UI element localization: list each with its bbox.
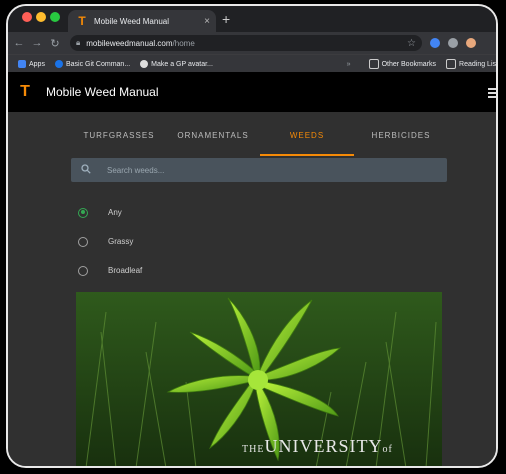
bookmark-favicon-icon <box>140 60 149 68</box>
back-icon[interactable]: ← <box>12 37 26 49</box>
bookmarks-bar: Apps Basic Git Comman... Make a GP avata… <box>8 54 496 73</box>
overflow-chevron-icon[interactable]: » <box>347 61 351 68</box>
radio-button[interactable] <box>78 265 88 276</box>
bookmark-star-icon[interactable]: ☆ <box>407 38 416 49</box>
extension-icon[interactable] <box>430 38 440 48</box>
site-header: T Mobile Weed Manual <box>8 72 496 112</box>
search-icon <box>81 163 91 177</box>
bookmark-avatar[interactable]: Make a GP avatar... <box>140 60 213 68</box>
filter-any[interactable]: Any <box>78 198 142 227</box>
ut-logo-icon[interactable]: T <box>16 83 34 101</box>
url-text: mobileweedmanual.com/home <box>86 38 195 48</box>
university-wordmark: THEUNIVERSITYof <box>242 436 393 456</box>
minimize-window-button[interactable] <box>36 12 46 22</box>
apps-grid-icon <box>18 60 26 68</box>
weed-type-filter: Any Grassy Broadleaf <box>78 198 142 285</box>
address-bar[interactable]: 🔒︎ mobileweedmanual.com/home ☆ <box>70 35 422 51</box>
lock-icon: 🔒︎ <box>76 38 81 47</box>
menu-icon[interactable] <box>488 88 496 100</box>
radio-button-selected[interactable] <box>78 207 88 218</box>
filter-label: Broadleaf <box>108 266 143 275</box>
forward-icon[interactable]: → <box>30 37 44 49</box>
filter-grassy[interactable]: Grassy <box>78 227 142 256</box>
search-box <box>71 158 447 182</box>
close-window-button[interactable] <box>22 12 32 22</box>
bookmark-favicon-icon <box>54 60 63 68</box>
category-tabs: TURFGRASSES ORNAMENTALS WEEDS HERBICIDES <box>72 126 448 156</box>
main-content: TURFGRASSES ORNAMENTALS WEEDS HERBICIDES… <box>8 112 496 466</box>
profile-avatar[interactable] <box>466 38 476 48</box>
puzzle-extensions-icon[interactable] <box>448 38 458 48</box>
tab-favicon-icon: T <box>78 14 86 28</box>
tab-title: Mobile Weed Manual <box>94 16 170 26</box>
search-input[interactable] <box>105 164 409 176</box>
reading-list[interactable]: Reading Lis <box>446 59 496 69</box>
other-bookmarks[interactable]: Other Bookmarks <box>368 59 436 69</box>
tab-close-icon[interactable]: × <box>200 16 214 27</box>
tab-herbicides[interactable]: HERBICIDES <box>354 126 448 156</box>
folder-icon <box>368 59 379 69</box>
tab-ornamentals[interactable]: ORNAMENTALS <box>166 126 260 156</box>
radio-button[interactable] <box>78 236 88 247</box>
tab-bar: T Mobile Weed Manual × + <box>8 6 496 32</box>
reload-icon[interactable]: ↻ <box>48 37 62 50</box>
site-title[interactable]: Mobile Weed Manual <box>46 85 159 99</box>
browser-tab[interactable]: T Mobile Weed Manual × <box>68 10 216 32</box>
new-tab-button[interactable]: + <box>222 11 230 27</box>
bookmark-git[interactable]: Basic Git Comman... <box>54 60 130 68</box>
hero-image: THEUNIVERSITYof <box>76 292 442 466</box>
tab-turfgrasses[interactable]: TURFGRASSES <box>72 126 166 156</box>
address-row: ← → ↻ 🔒︎ mobileweedmanual.com/home ☆ <box>8 32 496 54</box>
maximize-window-button[interactable] <box>50 12 60 22</box>
tab-weeds[interactable]: WEEDS <box>260 126 354 156</box>
filter-label: Grassy <box>108 237 134 246</box>
bookmark-apps[interactable]: Apps <box>18 60 45 68</box>
filter-broadleaf[interactable]: Broadleaf <box>78 256 142 285</box>
filter-label: Any <box>108 208 122 217</box>
reading-list-icon <box>446 59 457 69</box>
browser-window: T Mobile Weed Manual × + ← → ↻ 🔒︎ mobile… <box>6 4 498 468</box>
